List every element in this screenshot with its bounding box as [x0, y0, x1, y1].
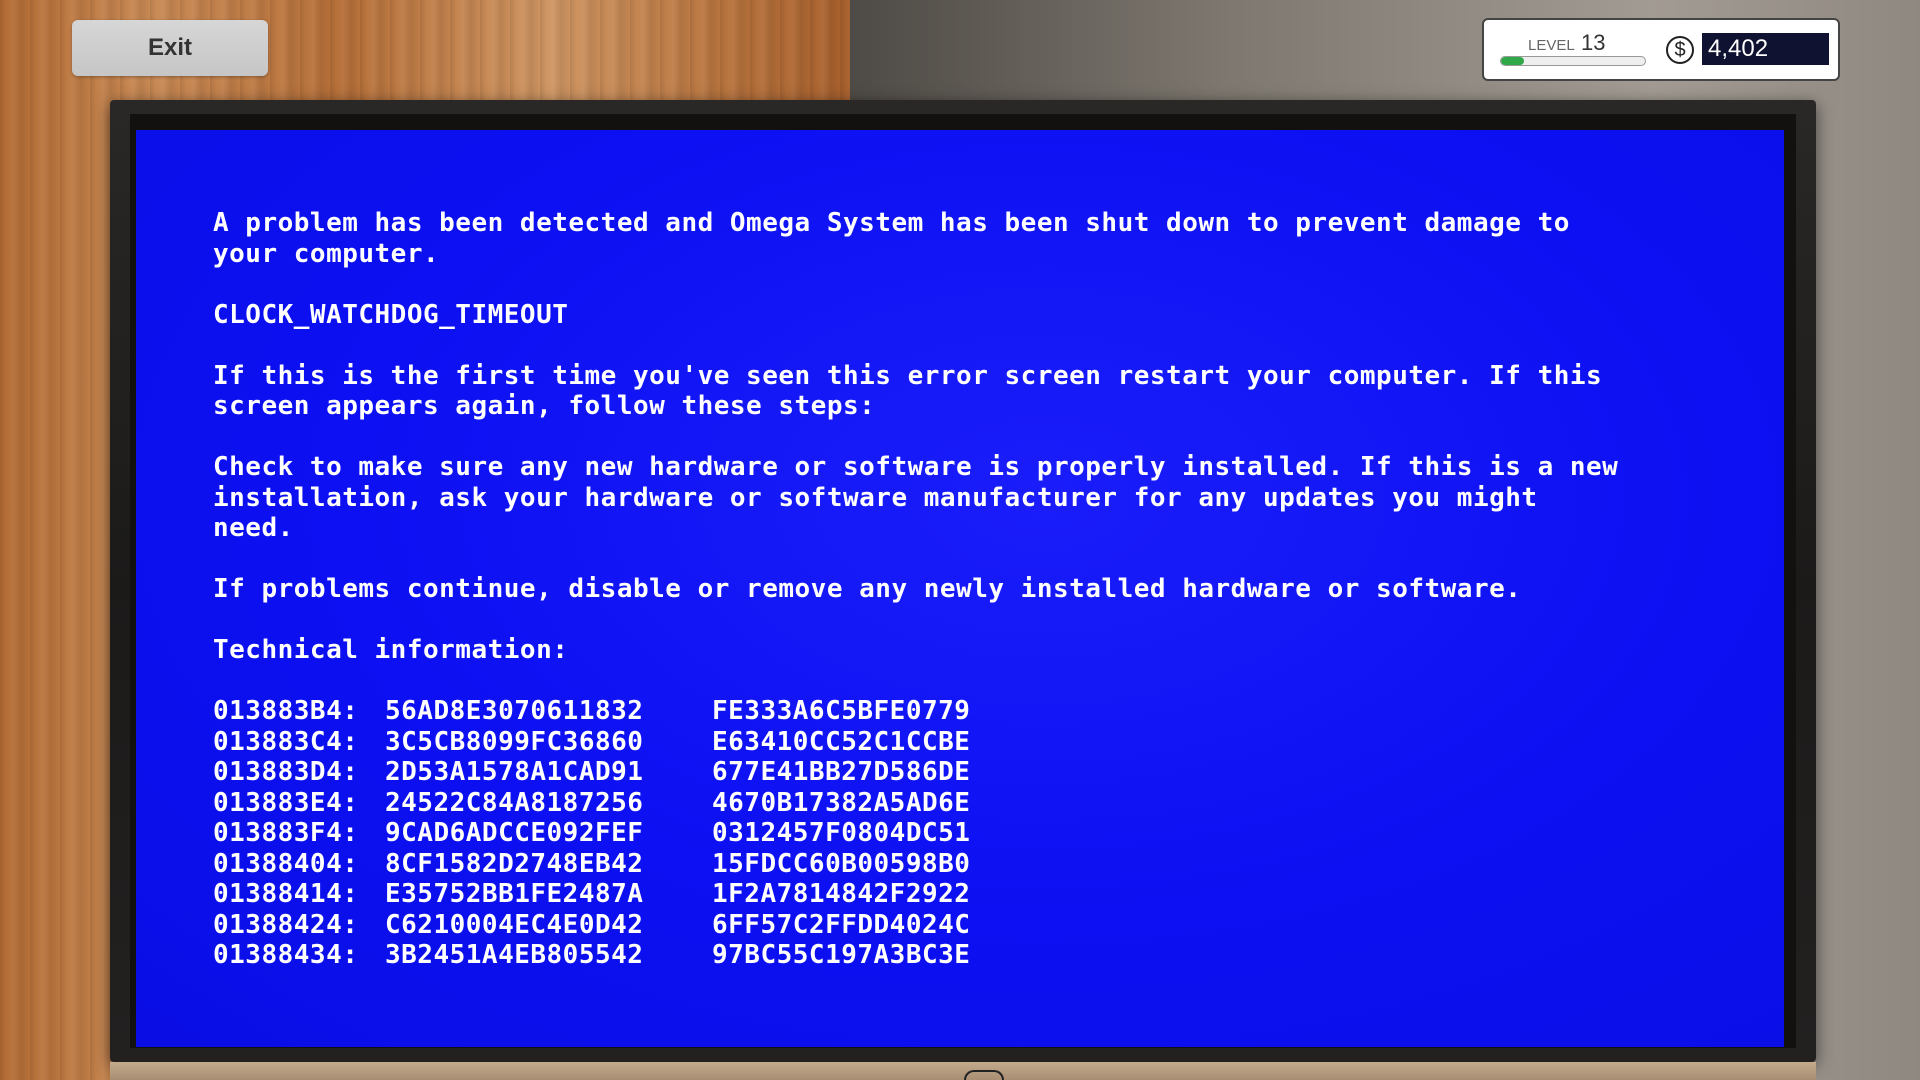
hex-row: 01388414: E35752BB1FE2487A 1F2A7814842F292…: [213, 879, 1744, 910]
money-display: 4,402: [1702, 33, 1829, 65]
hex-address: 013883B4:: [213, 696, 359, 726]
hex-address: 013883D4:: [213, 757, 359, 787]
hex-value-b: 97BC55C197A3BC3E: [712, 940, 971, 970]
hex-value-b: 0312457F0804DC51: [712, 818, 971, 848]
bsod-first-time-text: If this is the first time you've seen th…: [213, 360, 1603, 422]
bsod-error-code: CLOCK_WATCHDOG_TIMEOUT: [213, 299, 569, 330]
bsod-check-text: Check to make sure any new hardware or s…: [213, 452, 1619, 543]
exit-button[interactable]: Exit: [72, 20, 268, 76]
hex-value-b: 1F2A7814842F2922: [712, 879, 971, 909]
hex-value-a: 9CAD6ADCCE092FEF: [385, 818, 644, 848]
blue-screen-error: A problem has been detected and Omega Sy…: [136, 130, 1784, 1047]
hex-value-a: C6210004EC4E0D42: [385, 909, 644, 940]
hex-value-a: 24522C84A8187256: [385, 787, 644, 818]
hex-row: 013883C4: 3C5CB8099FC36860 E63410CC52C1CCB…: [213, 727, 1744, 758]
hex-value-b: 6FF57C2FFDD4024C: [712, 909, 971, 940]
hex-address: 013883E4:: [213, 787, 359, 818]
xp-progress-fill: [1501, 57, 1525, 65]
hex-value-a: 56AD8E3070611832: [385, 696, 644, 726]
dollar-icon: $: [1666, 36, 1694, 64]
hex-value-b: E63410CC52C1CCBE: [712, 726, 971, 757]
hex-row: 013883F4: 9CAD6ADCCE092FEF 0312457F0804DC5…: [213, 818, 1744, 849]
player-status-panel: LEVEL 13 $ 4,402: [1482, 18, 1840, 81]
hex-value-b: 15FDCC60B00598B0: [712, 848, 971, 879]
bsod-problems-text: If problems continue, disable or remove …: [213, 574, 1522, 604]
hex-value-a: 3C5CB8099FC36860: [385, 726, 644, 757]
hex-value-b: 4670B17382A5AD6E: [712, 787, 971, 818]
level-label: LEVEL: [1528, 37, 1575, 54]
hex-row: 01388424: C6210004EC4E0D42 6FF57C2FFDD4024…: [213, 910, 1744, 941]
hex-row: 013883D4: 2D53A1578A1CAD91 677E41BB27D586D…: [213, 757, 1744, 788]
hex-address: 01388414:: [213, 879, 359, 909]
hex-value-a: E35752BB1FE2487A: [385, 879, 644, 909]
hex-row: 013883E4: 24522C84A8187256 4670B17382A5AD6…: [213, 788, 1744, 819]
hex-address: 01388404:: [213, 848, 359, 879]
hex-value-a: 8CF1582D2748EB42: [385, 848, 644, 879]
hex-row: 01388434: 3B2451A4EB805542 97BC55C197A3BC3…: [213, 940, 1744, 971]
bsod-tech-header: Technical information:: [213, 635, 569, 665]
level-value: 13: [1581, 30, 1606, 55]
hex-value-b: FE333A6C5BFE0779: [712, 696, 971, 726]
hex-address: 013883C4:: [213, 726, 359, 757]
xp-progress-bar: [1500, 56, 1646, 66]
bsod-intro-text: A problem has been detected and Omega Sy…: [213, 208, 1570, 269]
hex-row: 013883B4: 56AD8E3070611832 FE333A6C5BFE077…: [213, 696, 1744, 727]
hex-address: 01388424:: [213, 909, 359, 940]
hex-address: 01388434:: [213, 940, 359, 970]
hex-value-a: 3B2451A4EB805542: [385, 940, 644, 970]
desk-surface: [110, 1062, 1816, 1080]
hex-value-a: 2D53A1578A1CAD91: [385, 757, 644, 787]
hex-dump: 013883B4: 56AD8E3070611832 FE333A6C5BFE077…: [213, 696, 1744, 971]
webcam-icon: [964, 1070, 1004, 1080]
hex-row: 01388404: 8CF1582D2748EB42 15FDCC60B00598B…: [213, 849, 1744, 880]
hex-address: 013883F4:: [213, 818, 359, 848]
hex-value-b: 677E41BB27D586DE: [712, 757, 971, 787]
